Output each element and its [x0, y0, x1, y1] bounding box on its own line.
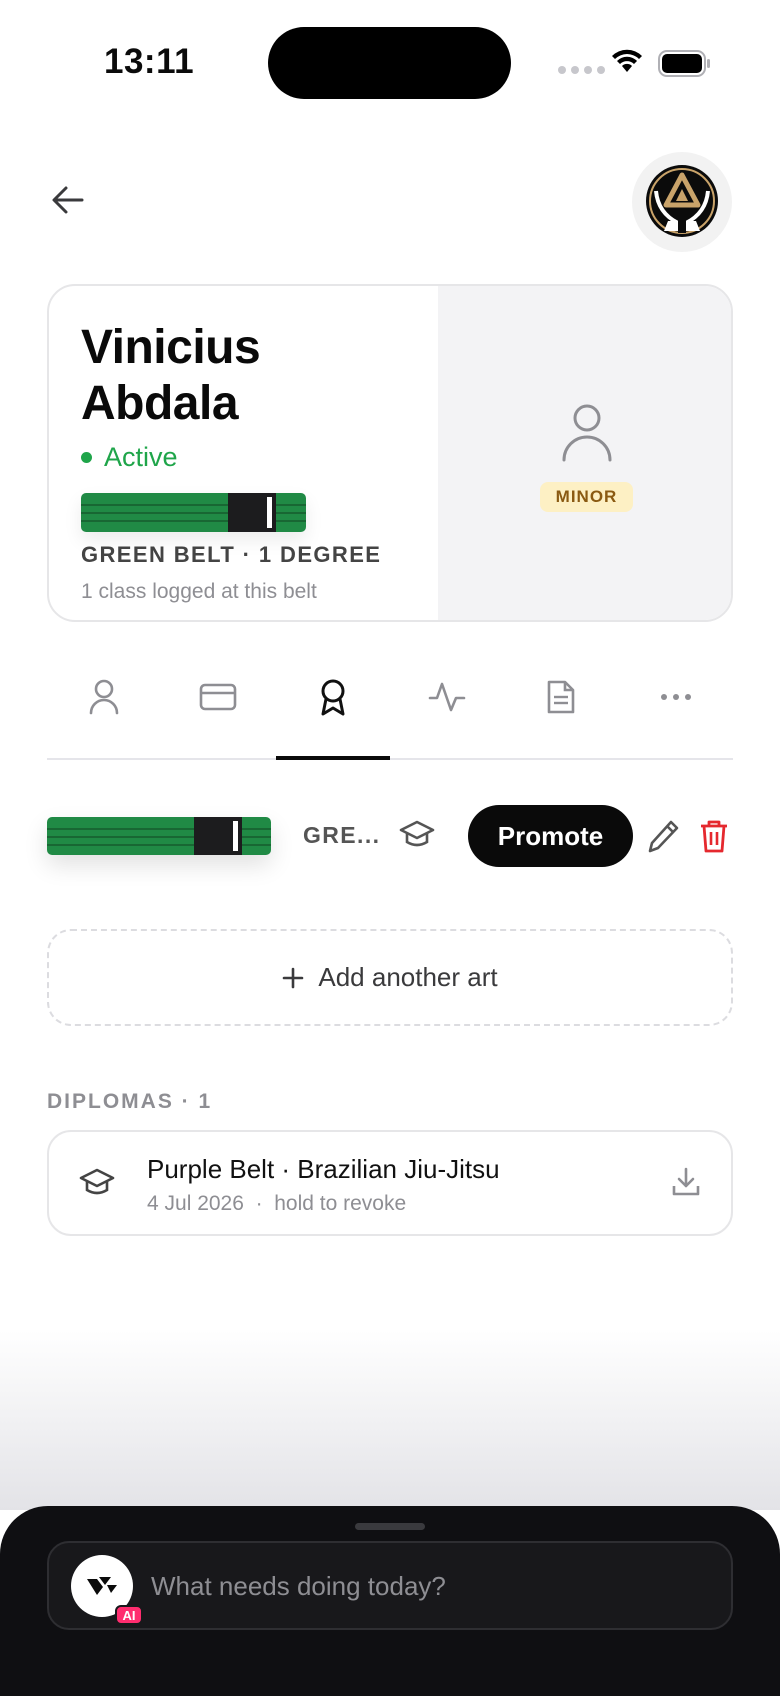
ai-prompt-placeholder: What needs doing today? [151, 1571, 446, 1601]
member-first-name: Vinicius [81, 321, 261, 374]
add-another-art-label: Add another art [318, 962, 498, 992]
art-belt-graphic [47, 817, 271, 855]
edit-button[interactable] [647, 818, 681, 859]
cellular-signal-icon [558, 66, 605, 74]
status-dot [81, 452, 92, 463]
sheet-handle[interactable] [355, 1523, 425, 1530]
download-button[interactable] [671, 1166, 701, 1203]
download-icon [672, 1167, 700, 1196]
card-icon [200, 683, 237, 711]
tab-documents[interactable] [504, 654, 618, 758]
tab-profile[interactable] [47, 654, 161, 758]
bottom-fade [0, 1330, 780, 1510]
ai-prompt-input[interactable]: AI What needs doing today? [47, 1541, 733, 1630]
art-label: GRE... [303, 822, 381, 848]
tab-activity[interactable] [390, 654, 504, 758]
academy-crest-icon [646, 165, 718, 237]
graduation-cap-icon [79, 1166, 115, 1203]
pencil-icon [648, 820, 679, 853]
award-icon [321, 679, 345, 716]
plus-icon [283, 967, 304, 988]
back-button[interactable] [46, 178, 90, 222]
art-row: GRE... Promote [47, 804, 733, 868]
ai-badge: AI [115, 1605, 143, 1625]
member-name: Vinicius Abdala [81, 320, 438, 432]
avatar-panel[interactable]: MINOR [438, 286, 731, 620]
wifi-icon [610, 48, 644, 79]
profile-card: Vinicius Abdala Active GREEN BELT · 1 DE… [47, 284, 733, 622]
activity-icon [428, 682, 466, 712]
document-icon [548, 680, 575, 714]
diplomas-section-title: DIPLOMAS · 1 [47, 1090, 213, 1113]
ai-assistant-sheet: AI What needs doing today? [0, 1506, 780, 1696]
status-bar: 13:11 [0, 0, 780, 120]
diploma-item[interactable]: Purple Belt · Brazilian Jiu-Jitsu 4 Jul … [47, 1130, 733, 1236]
tab-billing[interactable] [161, 654, 275, 758]
person-icon [89, 679, 119, 715]
graduation-cap-icon[interactable] [399, 818, 435, 855]
diploma-title: Purple Belt · Brazilian Jiu-Jitsu [147, 1154, 500, 1184]
status-indicator: Active [81, 442, 438, 473]
gym-logo[interactable] [632, 152, 732, 252]
trash-icon [701, 820, 727, 853]
status-time: 13:11 [104, 42, 195, 81]
delete-button[interactable] [699, 818, 729, 859]
belt-rank: GREEN BELT · 1 DEGREE [81, 542, 382, 567]
member-last-name: Abdala [81, 377, 239, 430]
person-placeholder-icon [562, 404, 612, 462]
tab-belts[interactable] [275, 654, 391, 760]
profile-tabs [47, 654, 733, 760]
status-label: Active [104, 442, 178, 472]
minor-badge: MINOR [540, 482, 633, 512]
dynamic-island [268, 27, 511, 99]
tab-more[interactable] [619, 654, 733, 758]
promote-button[interactable]: Promote [468, 805, 633, 867]
arrow-left-icon [52, 186, 84, 214]
add-another-art-button[interactable]: Add another art [47, 929, 733, 1026]
battery-icon [658, 50, 712, 83]
more-icon [660, 694, 691, 700]
belt-graphic [81, 493, 306, 532]
profile-info: Vinicius Abdala Active GREEN BELT · 1 DE… [49, 286, 438, 620]
diploma-subtitle: 4 Jul 2026 · hold to revoke [147, 1192, 407, 1215]
assistant-logo-icon [87, 1577, 117, 1595]
classes-logged: 1 class logged at this belt [81, 580, 317, 603]
